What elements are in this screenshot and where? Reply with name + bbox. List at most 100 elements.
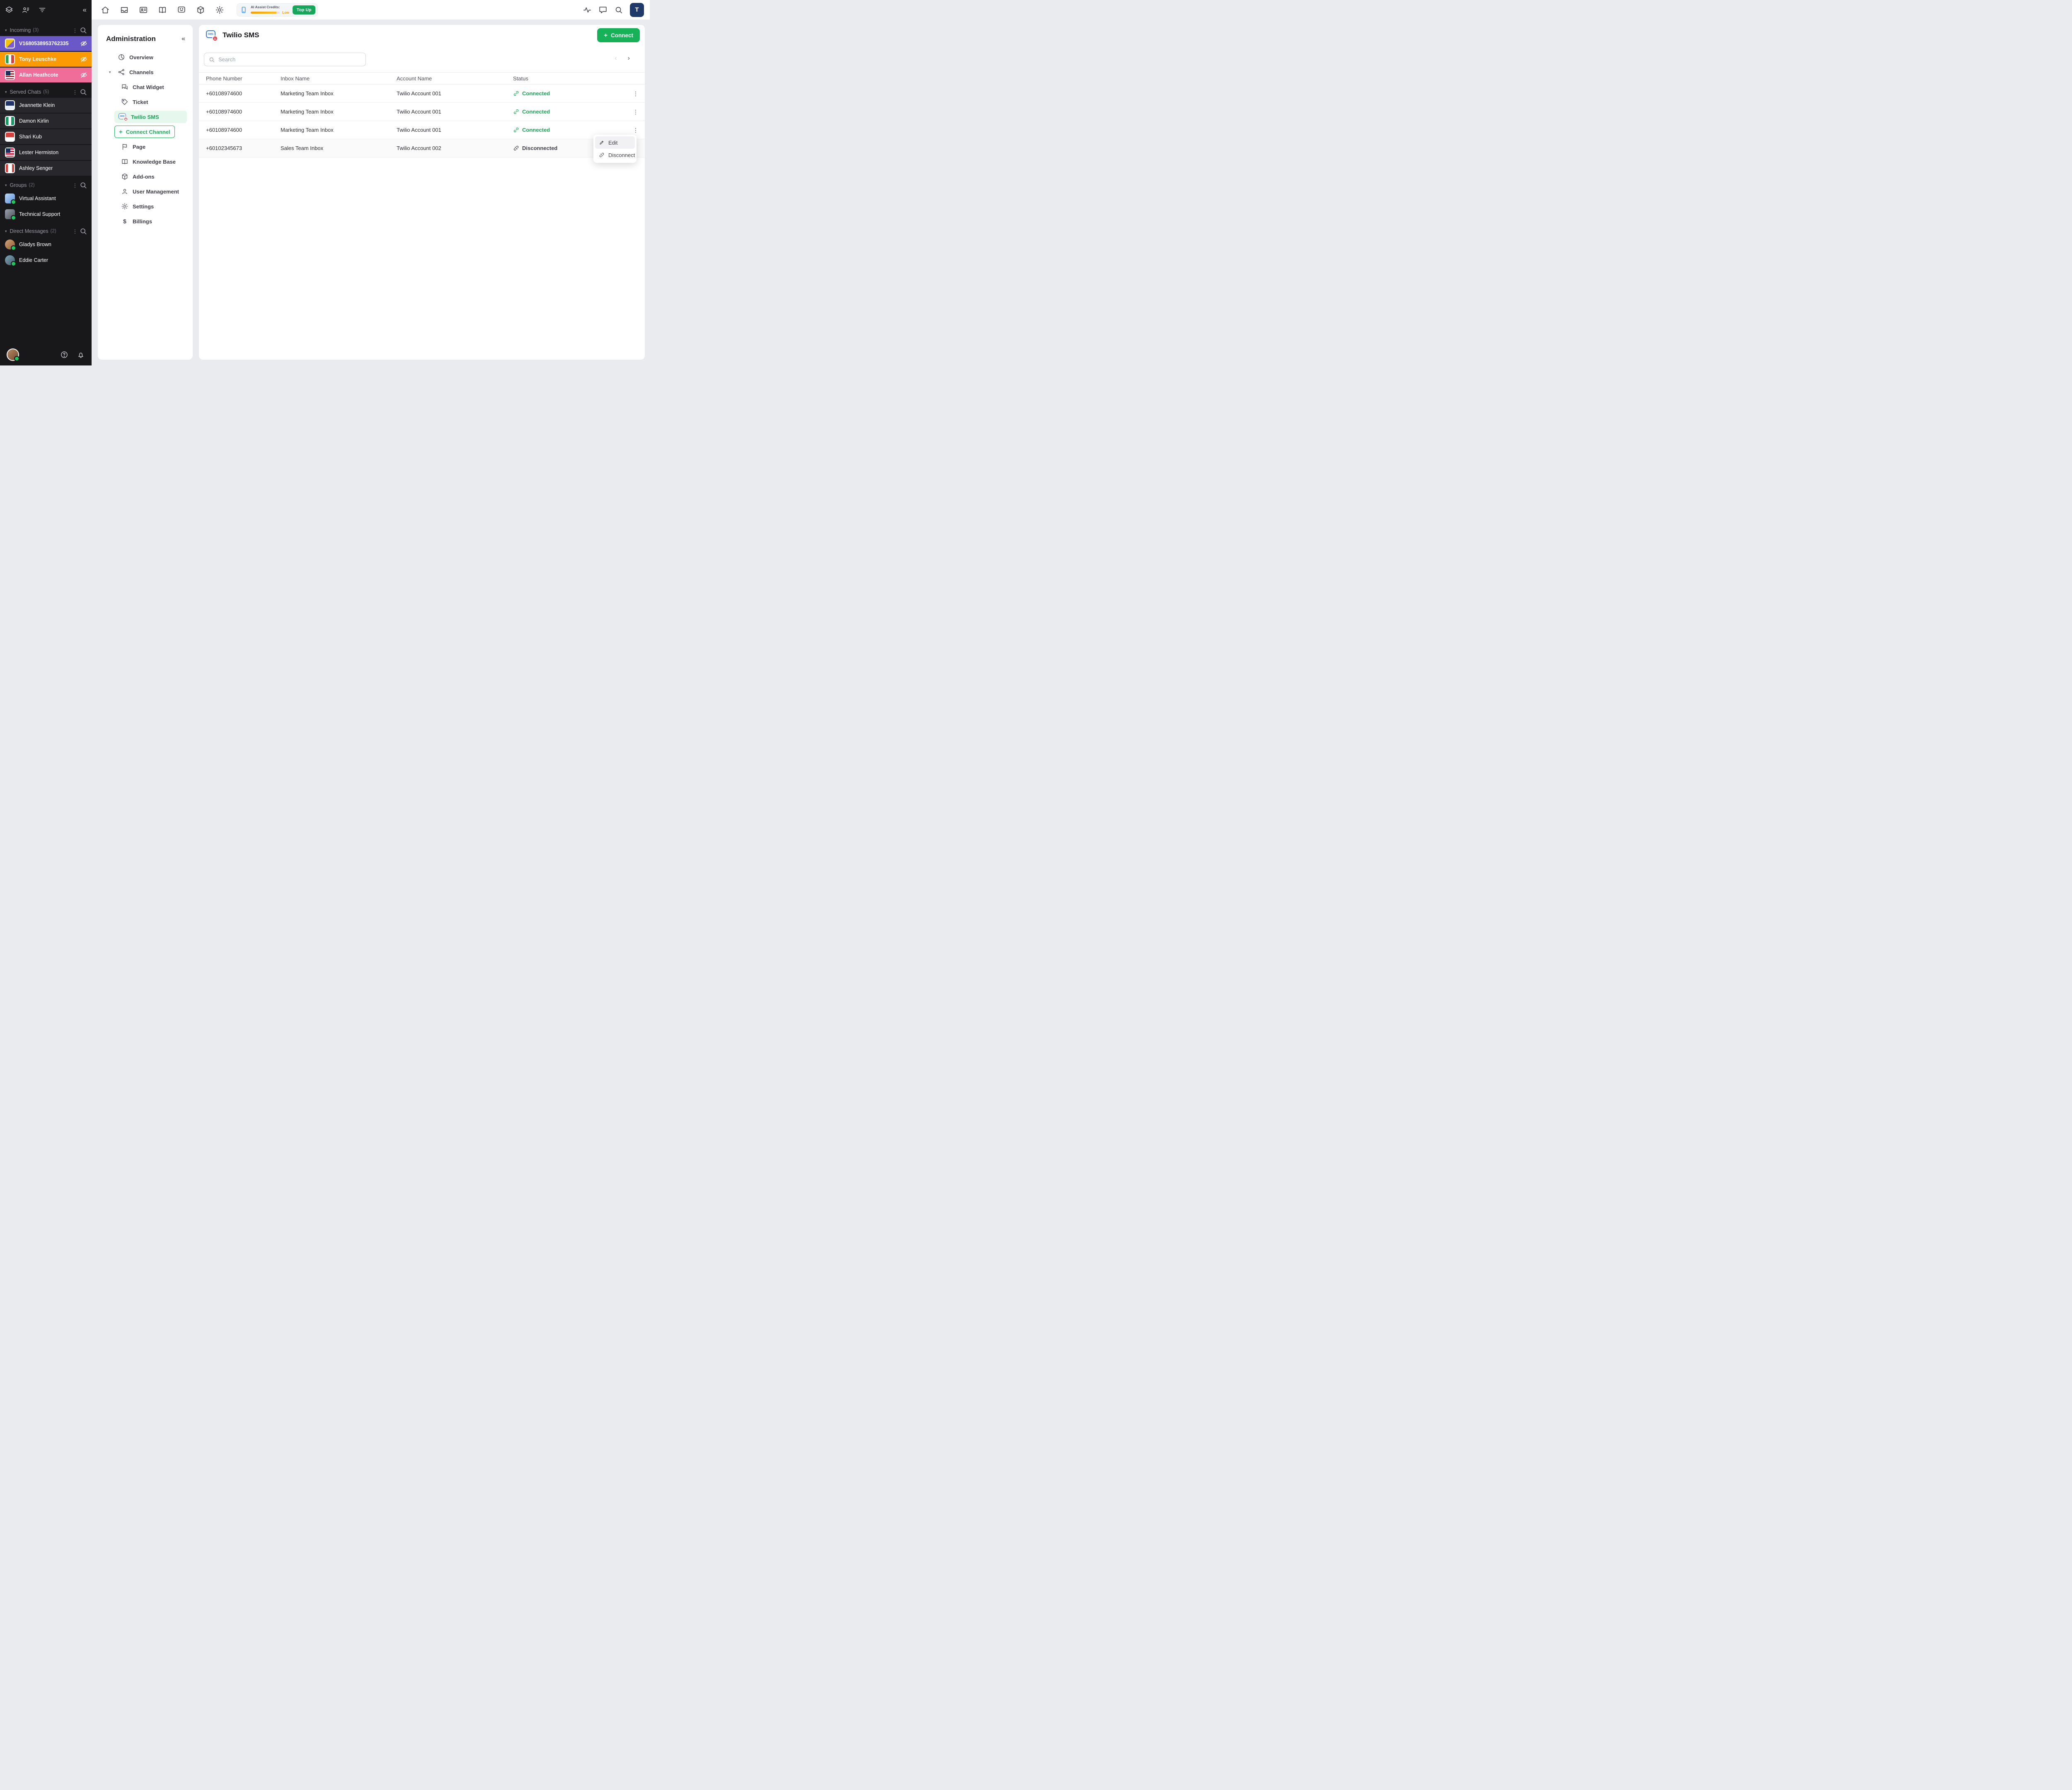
kebab-menu-icon[interactable]: ⋮ [71, 228, 79, 235]
list-item-group[interactable]: Technical Support [0, 207, 92, 222]
list-item-incoming-chat[interactable]: V1680538953762335 [0, 36, 92, 51]
sidebar-item-add-ons[interactable]: Add-ons [98, 169, 193, 184]
kebab-menu-icon[interactable]: ⋮ [71, 182, 79, 189]
search-icon[interactable] [79, 88, 87, 96]
eye-off-icon[interactable] [80, 71, 87, 79]
search-input[interactable] [218, 56, 361, 63]
search-icon[interactable] [614, 5, 623, 15]
link-disconnected-icon [513, 145, 519, 151]
group-name: Technical Support [19, 211, 61, 217]
page-title: Administration [106, 35, 156, 43]
row-kebab-menu-icon[interactable]: ⋮ [633, 91, 639, 97]
sidebar-item-chat-widget[interactable]: Chat Widget [98, 80, 193, 94]
section-header-incoming: ▾ Incoming (3) ⋮ [0, 24, 92, 36]
notifications-bell-icon[interactable] [77, 351, 85, 359]
sidebar-item-knowledge-base[interactable]: Knowledge Base [98, 154, 193, 169]
chevron-down-icon[interactable]: ▾ [5, 229, 7, 234]
knowledge-book-icon[interactable] [158, 5, 167, 15]
kebab-menu-icon[interactable]: ⋮ [71, 27, 79, 34]
inbox-icon[interactable] [120, 5, 129, 15]
avatar [5, 148, 15, 157]
row-kebab-menu-icon[interactable]: ⋮ [633, 127, 639, 133]
list-item-served-chat[interactable]: Shari Kub [0, 129, 92, 144]
home-icon[interactable] [101, 5, 110, 15]
gear-icon [121, 203, 128, 210]
chevron-down-icon[interactable]: ▾ [5, 90, 7, 94]
agent-allocation-icon[interactable] [22, 6, 30, 14]
column-header-status: Status [513, 75, 528, 82]
kebab-menu-icon[interactable]: ⋮ [71, 89, 79, 95]
eye-off-icon[interactable] [80, 56, 87, 63]
chevron-down-icon[interactable]: ▾ [109, 70, 111, 75]
chat-bubble-icon[interactable] [598, 5, 608, 15]
list-item-served-chat[interactable]: Ashley Senger [0, 161, 92, 176]
account-name-cell: Twilio Account 001 [397, 127, 441, 133]
link-connected-icon [513, 127, 519, 133]
sidebar-item-overview[interactable]: Overview [98, 50, 193, 65]
connect-button[interactable]: + Connect [597, 28, 640, 42]
user-avatar[interactable] [7, 348, 19, 361]
search-icon[interactable] [79, 227, 87, 235]
sidebar-collapse-icon[interactable]: « [83, 6, 87, 14]
search-icon[interactable] [79, 26, 87, 34]
list-item-group[interactable]: Virtual Assistant [0, 191, 92, 206]
sidebar-item-page[interactable]: Page [98, 139, 193, 154]
link-disconnected-icon [599, 152, 605, 158]
chevron-down-icon[interactable]: ▾ [5, 28, 7, 33]
chat-name: Damon Kirlin [19, 118, 49, 124]
help-icon[interactable] [60, 351, 68, 359]
contacts-icon[interactable] [139, 5, 148, 15]
sidebar-item-billings[interactable]: $ Billings [98, 214, 193, 229]
chevron-left-icon[interactable]: ‹ [615, 55, 617, 62]
ticket-icon [121, 98, 128, 106]
overview-icon [118, 53, 125, 61]
filter-icon[interactable] [38, 6, 46, 14]
layers-icon[interactable] [5, 6, 13, 14]
chat-widget-icon [121, 83, 128, 91]
row-kebab-menu-icon[interactable]: ⋮ [633, 109, 639, 115]
chat-name: Lester Hermiston [19, 150, 59, 155]
integrations-cube-icon[interactable] [196, 5, 205, 15]
ai-assist-credits-widget: AI Assist Credits: Low Top Up [237, 3, 318, 17]
section-header-served: ▾ Served Chats (5) ⋮ [0, 86, 92, 98]
dm-name: Gladys Brown [19, 242, 51, 247]
list-item-served-chat[interactable]: Jeannette Klein [0, 98, 92, 113]
eye-off-icon[interactable] [80, 40, 87, 47]
search-icon[interactable] [79, 181, 87, 189]
gear-icon[interactable] [215, 5, 224, 15]
channels-table: Phone Number Inbox Name Account Name Sta… [199, 72, 645, 157]
package-icon [121, 173, 128, 180]
phone-number-cell: +60108974600 [206, 127, 242, 133]
menu-item-disconnect[interactable]: Disconnect [595, 149, 635, 161]
list-item-direct-message[interactable]: Gladys Brown [0, 237, 92, 252]
list-item-served-chat[interactable]: Damon Kirlin [0, 114, 92, 128]
sidebar-item-settings[interactable]: Settings [98, 199, 193, 214]
sidebar-item-channels[interactable]: ▾ Channels [98, 65, 193, 80]
activity-pulse-icon[interactable] [583, 5, 592, 15]
list-item-direct-message[interactable]: Eddie Carter [0, 253, 92, 268]
list-item-incoming-chat[interactable]: Allan Heathcote [0, 68, 92, 82]
sidebar-item-user-management[interactable]: User Management [98, 184, 193, 199]
section-count: (5) [43, 90, 49, 94]
list-item-served-chat[interactable]: Lester Hermiston [0, 145, 92, 160]
chat-sidebar: « ▾ Incoming (3) ⋮ V1680538953762335 Ton… [0, 0, 92, 365]
assistant-icon[interactable] [177, 5, 186, 15]
list-item-incoming-chat[interactable]: Tony Leuschke [0, 52, 92, 67]
chevron-down-icon[interactable]: ▾ [5, 183, 7, 188]
menu-item-edit[interactable]: Edit [595, 136, 635, 149]
sidebar-item-twilio-sms[interactable]: SMS Twilio SMS [114, 111, 187, 123]
sidebar-item-ticket[interactable]: Ticket [98, 94, 193, 109]
chevron-right-icon[interactable]: › [628, 55, 630, 62]
table-header: Phone Number Inbox Name Account Name Sta… [199, 72, 645, 85]
chat-name: V1680538953762335 [19, 41, 69, 46]
dm-name: Eddie Carter [19, 257, 48, 263]
section-label: Groups [10, 182, 27, 188]
topbar-right: T [583, 2, 644, 17]
panel-collapse-icon[interactable]: « [182, 35, 185, 43]
pencil-icon [599, 140, 605, 145]
account-avatar[interactable]: T [630, 2, 644, 17]
top-up-button[interactable]: Top Up [293, 5, 316, 15]
flag-icon [121, 143, 128, 150]
connect-channel-button[interactable]: + Connect Channel [114, 126, 175, 138]
section-count: (2) [29, 183, 35, 188]
